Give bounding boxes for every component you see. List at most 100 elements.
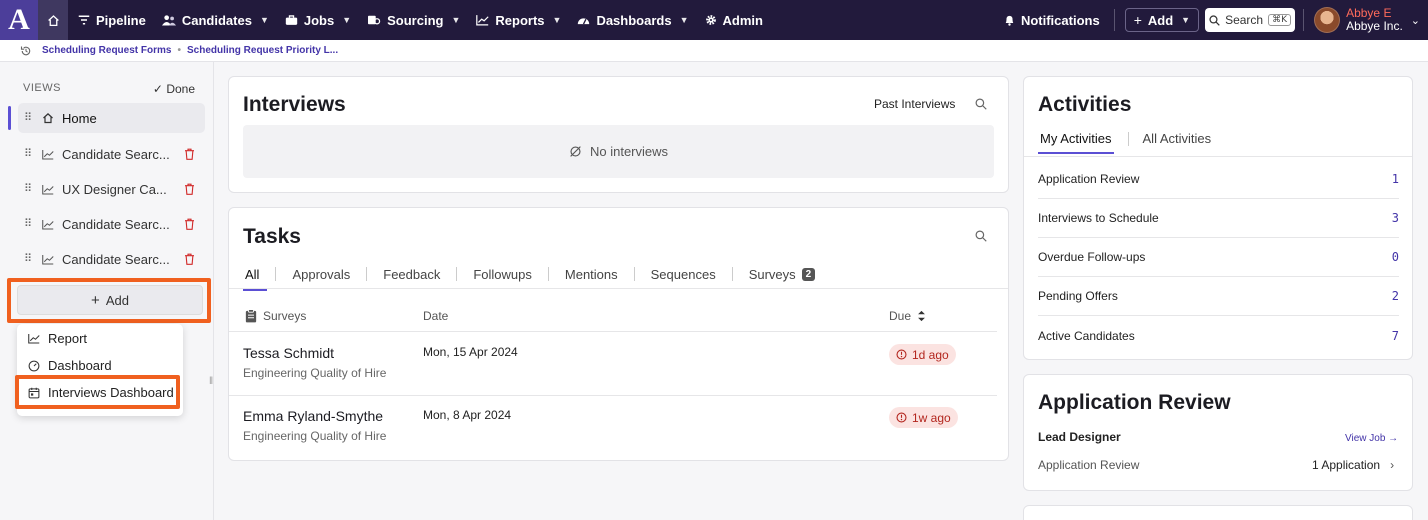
activity-count[interactable]: 7 bbox=[1392, 329, 1399, 343]
past-interviews-link[interactable]: Past Interviews bbox=[874, 97, 955, 111]
history-icon[interactable] bbox=[20, 45, 32, 57]
briefcase-icon bbox=[285, 15, 298, 25]
clock-icon bbox=[896, 412, 907, 423]
tab-mentions[interactable]: Mentions bbox=[557, 262, 626, 286]
filter-icon bbox=[78, 15, 90, 25]
activity-count[interactable]: 3 bbox=[1392, 211, 1399, 225]
drag-handle-icon[interactable]: ⠿ bbox=[24, 149, 34, 160]
activities-card: Activities My Activities All Activities … bbox=[1023, 76, 1413, 360]
list-item[interactable]: Overdue Follow-ups 0 bbox=[1038, 238, 1399, 277]
column-header-due[interactable]: Due bbox=[889, 309, 926, 323]
breadcrumb-item[interactable]: Scheduling Request Forms bbox=[42, 45, 171, 56]
tab-surveys[interactable]: Surveys 2 bbox=[741, 262, 824, 286]
nav-reports[interactable]: Reports ▼ bbox=[476, 13, 561, 28]
chevron-down-icon: ▼ bbox=[451, 15, 461, 25]
list-item[interactable]: Interviews to Schedule 3 bbox=[1038, 199, 1399, 238]
home-icon bbox=[47, 14, 59, 26]
empty-state: No interviews bbox=[243, 125, 994, 178]
list-item[interactable]: Pending Offers 2 bbox=[1038, 277, 1399, 316]
sidebar-item-label: Candidate Searc... bbox=[62, 251, 170, 267]
drag-handle-icon[interactable]: ⠿ bbox=[24, 184, 34, 195]
tab-all[interactable]: All bbox=[243, 262, 268, 291]
trash-icon[interactable] bbox=[184, 253, 195, 265]
chevron-down-icon: ▼ bbox=[552, 15, 562, 25]
trash-icon[interactable] bbox=[184, 218, 195, 230]
search-icon[interactable] bbox=[975, 230, 987, 242]
search-label: Search bbox=[1225, 13, 1264, 27]
clock-icon bbox=[896, 349, 907, 360]
activity-label: Active Candidates bbox=[1038, 328, 1135, 343]
nav-dashboards[interactable]: Dashboards ▼ bbox=[577, 13, 689, 28]
nav-reports-label: Reports bbox=[495, 12, 545, 28]
activity-count[interactable]: 0 bbox=[1392, 250, 1399, 264]
sidebar-item-view[interactable]: ⠿ Candidate Searc... bbox=[18, 139, 205, 169]
tasks-title: Tasks bbox=[243, 225, 301, 248]
application-count-link[interactable]: 1 Application › bbox=[1312, 458, 1394, 472]
sort-icon[interactable] bbox=[917, 310, 926, 322]
nav-admin-label: Admin bbox=[722, 12, 763, 28]
divider bbox=[456, 267, 458, 281]
tab-my-activities[interactable]: My Activities bbox=[1038, 131, 1114, 154]
tab-sequences[interactable]: Sequences bbox=[643, 262, 724, 286]
activity-count[interactable]: 2 bbox=[1392, 289, 1399, 303]
sidebar-resize-handle[interactable]: ‖ bbox=[209, 376, 217, 394]
due-label: 1d ago bbox=[912, 347, 949, 362]
add-view-button[interactable]: + Add bbox=[17, 285, 203, 315]
tab-all-activities[interactable]: All Activities bbox=[1143, 131, 1212, 146]
activity-count[interactable]: 1 bbox=[1392, 172, 1399, 186]
list-item[interactable]: Application Review 1 bbox=[1038, 160, 1399, 199]
breadcrumb-item[interactable]: Scheduling Request Priority L... bbox=[187, 45, 338, 56]
avatar[interactable] bbox=[1314, 7, 1341, 33]
sidebar-item-view[interactable]: ⠿ UX Designer Ca... bbox=[18, 174, 205, 204]
tab-label: Feedback bbox=[383, 266, 441, 282]
task-candidate-name[interactable]: Tessa Schmidt bbox=[243, 345, 334, 361]
nav-sourcing-label: Sourcing bbox=[387, 12, 444, 28]
view-job-link[interactable]: View Job → bbox=[1345, 433, 1398, 444]
chevron-down-icon: ▼ bbox=[679, 15, 689, 25]
activity-label: Pending Offers bbox=[1038, 289, 1118, 303]
clipboard-icon bbox=[245, 309, 257, 323]
tab-followups[interactable]: Followups bbox=[465, 262, 540, 286]
sidebar-item-view[interactable]: ⠿ Candidate Searc... bbox=[18, 209, 205, 239]
chevron-down-icon[interactable]: ⌄ bbox=[1411, 14, 1420, 27]
chevron-right-icon: › bbox=[1390, 458, 1395, 472]
views-header: VIEWS ✓ Done bbox=[23, 82, 195, 96]
chart-icon bbox=[42, 219, 54, 230]
home-button[interactable] bbox=[38, 0, 68, 40]
trash-icon[interactable] bbox=[184, 183, 195, 195]
done-button[interactable]: ✓ Done bbox=[153, 82, 195, 96]
chart-icon bbox=[28, 334, 40, 344]
count-badge: 2 bbox=[801, 267, 816, 281]
app-logo[interactable]: A bbox=[0, 0, 38, 40]
divider bbox=[366, 267, 368, 281]
add-button[interactable]: + Add ▼ bbox=[1124, 8, 1200, 32]
add-view-label: Add bbox=[105, 292, 129, 308]
user-menu[interactable]: Abbye E Abbye Inc. bbox=[1346, 7, 1403, 33]
tab-feedback[interactable]: Feedback bbox=[375, 262, 448, 286]
home-icon bbox=[43, 113, 53, 124]
nav-pipeline[interactable]: Pipeline bbox=[78, 13, 146, 28]
task-candidate-name[interactable]: Emma Ryland-Smythe bbox=[243, 408, 383, 424]
drag-handle-icon[interactable]: ⠿ bbox=[24, 254, 34, 265]
chevron-down-icon: ▼ bbox=[342, 15, 352, 25]
search-button[interactable]: Search ⌘K bbox=[1205, 8, 1296, 32]
drag-handle-icon[interactable]: ⠿ bbox=[24, 113, 34, 124]
drag-handle-icon[interactable]: ⠿ bbox=[24, 219, 34, 230]
menu-item-report[interactable]: Report bbox=[17, 325, 183, 352]
nav-sourcing[interactable]: Sourcing ▼ bbox=[367, 13, 460, 28]
activity-label: Interviews to Schedule bbox=[1038, 211, 1159, 225]
sidebar-item-home[interactable]: ⠿ Home bbox=[18, 103, 205, 133]
tasks-tabs: All Approvals Feedback Followups Mention… bbox=[243, 262, 824, 291]
tab-label: All bbox=[245, 266, 260, 282]
tab-approvals[interactable]: Approvals bbox=[284, 262, 358, 286]
list-item[interactable]: Active Candidates 7 bbox=[1038, 316, 1399, 355]
search-icon[interactable] bbox=[975, 98, 987, 110]
nav-admin[interactable]: Admin bbox=[705, 13, 763, 28]
notifications-button[interactable]: Notifications bbox=[1004, 13, 1100, 28]
sidebar-item-view[interactable]: ⠿ Candidate Searc... bbox=[18, 244, 205, 274]
activity-label: Overdue Follow-ups bbox=[1038, 250, 1146, 264]
trash-icon[interactable] bbox=[184, 148, 195, 160]
nav-jobs[interactable]: Jobs ▼ bbox=[285, 13, 351, 28]
nav-candidates[interactable]: Candidates ▼ bbox=[161, 13, 269, 28]
application-count: 1 Application bbox=[1312, 458, 1381, 472]
